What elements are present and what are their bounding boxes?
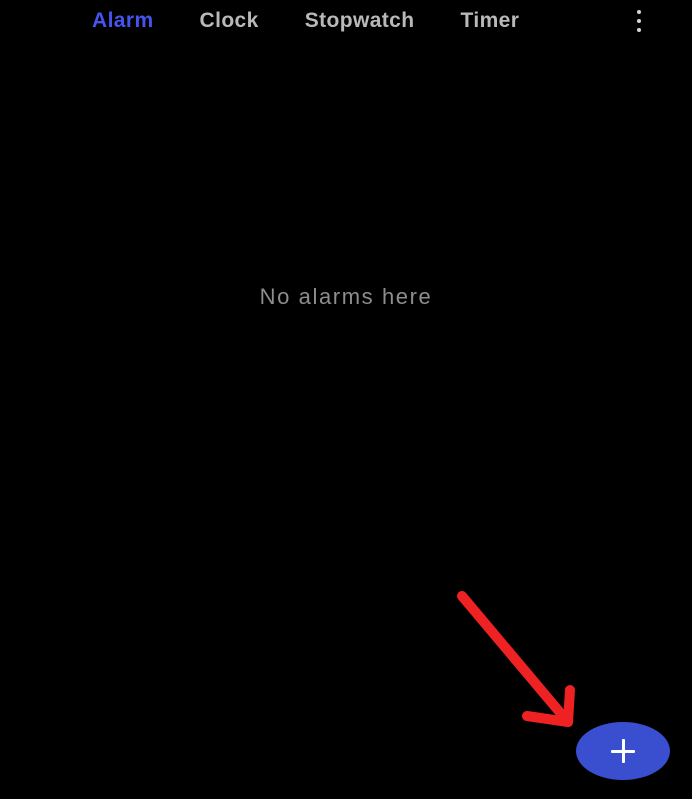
- add-alarm-button[interactable]: [576, 722, 670, 780]
- menu-dot: [637, 19, 641, 23]
- tab-stopwatch[interactable]: Stopwatch: [305, 9, 415, 33]
- arrow-barb-left: [522, 711, 573, 727]
- tab-bar: Alarm Clock Stopwatch Timer: [0, 0, 692, 42]
- tab-timer[interactable]: Timer: [461, 9, 520, 33]
- more-vertical-icon[interactable]: [626, 4, 652, 38]
- empty-state-message: No alarms here: [259, 284, 433, 309]
- clock-app-screen: Alarm Clock Stopwatch Timer No alarms he…: [0, 0, 692, 799]
- plus-icon-vertical: [621, 739, 625, 763]
- arrow-barb-top: [563, 685, 575, 727]
- tab-alarm[interactable]: Alarm: [92, 9, 154, 33]
- menu-dot: [637, 10, 641, 14]
- annotation-arrow: [457, 591, 575, 727]
- tab-clock[interactable]: Clock: [200, 9, 259, 33]
- menu-dot: [637, 28, 641, 32]
- arrow-shaft: [457, 591, 573, 727]
